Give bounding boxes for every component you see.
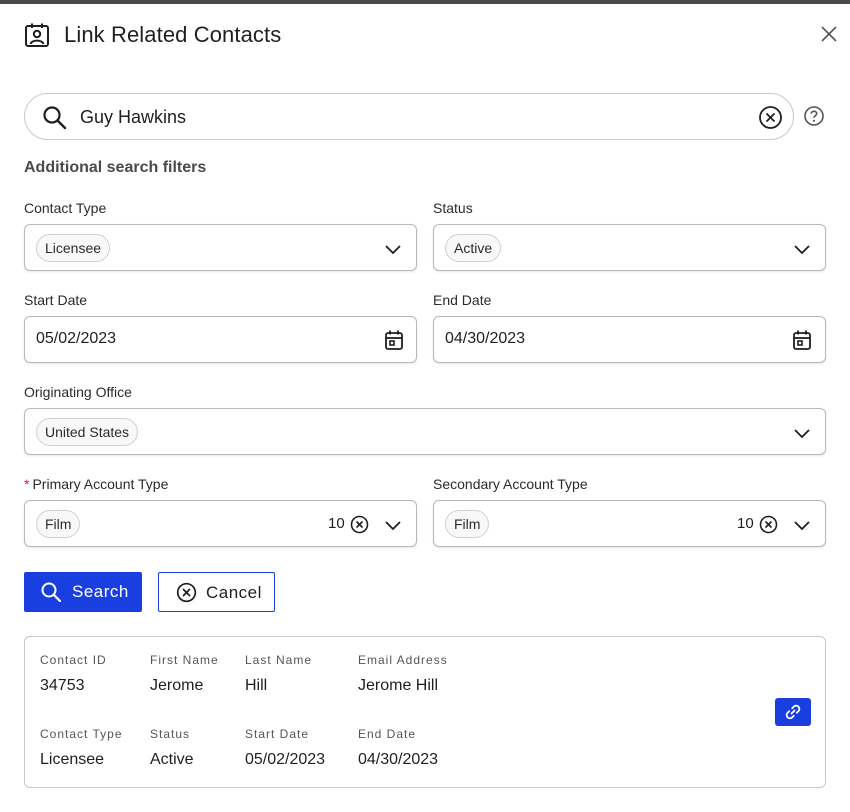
email-value: Jerome Hill [358, 677, 439, 694]
primary-account-type-label: * Primary Account Type [24, 476, 168, 492]
primary-account-type-chip: Film [36, 510, 81, 538]
end-date-header: End Date [358, 727, 417, 741]
search-input[interactable] [80, 102, 740, 132]
calendar-icon[interactable] [384, 329, 404, 351]
cancel-circle-icon [176, 582, 197, 603]
contact-type-select[interactable]: Licensee [24, 224, 417, 271]
link-contact-button[interactable] [775, 698, 811, 726]
clear-circle-icon[interactable] [350, 515, 369, 534]
first-name-value: Jerome [150, 677, 204, 694]
status-value: Active [150, 751, 194, 768]
clear-circle-icon[interactable] [759, 515, 778, 534]
last-name-value: Hill [245, 677, 268, 694]
required-marker: * [24, 476, 30, 492]
chevron-down-icon[interactable] [383, 239, 403, 259]
secondary-account-type-select[interactable]: Film 10 [433, 500, 826, 547]
contact-type-header: Contact Type [40, 727, 123, 741]
contact-id-header: Contact ID [40, 653, 107, 667]
chevron-down-icon[interactable] [383, 515, 403, 535]
calendar-icon[interactable] [792, 329, 812, 351]
contact-result-card: Contact ID First Name Last Name Email Ad… [24, 636, 826, 788]
end-date-value: 04/30/2023 [445, 330, 526, 347]
search-bar [24, 93, 794, 140]
start-date-value: 05/02/2023 [36, 330, 117, 347]
primary-account-type-label-text: Primary Account Type [32, 476, 169, 492]
search-icon [43, 106, 67, 130]
secondary-account-type-count: 10 [737, 515, 754, 532]
contact-card-icon [25, 23, 49, 47]
chevron-down-icon[interactable] [792, 515, 812, 535]
end-date-field[interactable]: 04/30/2023 [433, 316, 826, 363]
secondary-account-type-label: Secondary Account Type [433, 476, 588, 492]
filters-section-title: Additional search filters [24, 159, 207, 176]
email-header: Email Address [358, 653, 448, 667]
link-icon [785, 704, 801, 720]
search-icon [41, 582, 62, 603]
chevron-down-icon[interactable] [792, 423, 812, 443]
primary-account-type-select[interactable]: Film 10 [24, 500, 417, 547]
originating-office-select[interactable]: United States [24, 408, 826, 455]
status-header: Status [150, 727, 191, 741]
close-icon[interactable] [817, 22, 841, 46]
end-date-label: End Date [433, 292, 492, 308]
dialog-title: Link Related Contacts [64, 22, 282, 47]
clear-circle-icon[interactable] [758, 105, 783, 130]
contact-type-value: Licensee [40, 751, 105, 768]
status-chip: Active [445, 234, 502, 262]
dialog-header: Link Related Contacts [24, 20, 281, 50]
primary-account-type-count: 10 [328, 515, 345, 532]
cancel-button-label: Cancel [206, 583, 262, 602]
end-date-value: 04/30/2023 [358, 751, 439, 768]
start-date-header: Start Date [245, 727, 310, 741]
cancel-button[interactable]: Cancel [158, 572, 275, 612]
chevron-down-icon[interactable] [792, 239, 812, 259]
originating-office-chip: United States [36, 418, 139, 446]
status-label: Status [433, 200, 473, 216]
contact-type-chip: Licensee [36, 234, 111, 262]
search-button[interactable]: Search [24, 572, 142, 612]
originating-office-label: Originating Office [24, 384, 132, 400]
first-name-header: First Name [150, 653, 219, 667]
contact-type-label: Contact Type [24, 200, 107, 216]
status-select[interactable]: Active [433, 224, 826, 271]
help-circle-icon[interactable] [803, 105, 825, 127]
contact-id-value: 34753 [40, 677, 85, 694]
last-name-header: Last Name [245, 653, 313, 667]
start-date-label: Start Date [24, 292, 88, 308]
start-date-field[interactable]: 05/02/2023 [24, 316, 417, 363]
secondary-account-type-chip: Film [445, 510, 490, 538]
search-button-label: Search [72, 582, 129, 601]
start-date-value: 05/02/2023 [245, 751, 326, 768]
dialog-top-border [0, 0, 850, 4]
